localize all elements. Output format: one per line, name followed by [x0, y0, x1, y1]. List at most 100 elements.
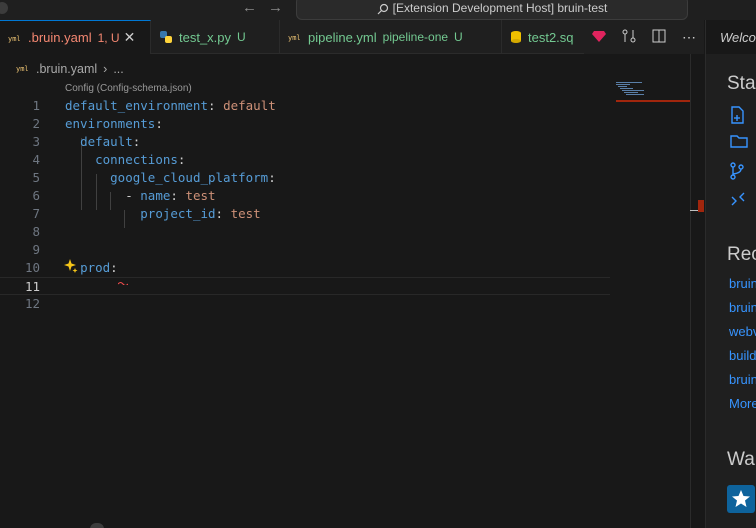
code-line: 3 default:: [0, 133, 610, 151]
recent-item[interactable]: webv: [729, 324, 756, 339]
search-icon: [377, 3, 388, 15]
tab-label: pipeline.yml: [308, 29, 377, 45]
title-bar: ← → [Extension Development Host] bruin-t…: [0, 0, 756, 20]
open-folder-icon[interactable]: [730, 134, 748, 153]
yaml-value: test: [185, 188, 216, 203]
editor-scrollbar[interactable]: [690, 54, 704, 528]
tab-label: .bruin.yaml: [28, 30, 92, 45]
code-line: 6 - name: test: [0, 187, 610, 205]
yaml-file-icon: yml: [288, 32, 302, 42]
line-number: 9: [32, 242, 40, 257]
gem-icon[interactable]: [592, 29, 606, 45]
error-squiggle: [117, 272, 129, 290]
compare-changes-icon[interactable]: [622, 29, 636, 46]
minimap[interactable]: [614, 80, 690, 528]
minimap-error-marker: [616, 100, 690, 102]
more-actions-icon[interactable]: ⋯: [682, 29, 696, 46]
line-number: 5: [32, 170, 40, 185]
yaml-value: default: [223, 98, 276, 113]
tab-status: U: [237, 30, 246, 44]
close-icon[interactable]: ✕: [124, 29, 136, 46]
tab-bruin-yaml[interactable]: yml .bruin.yaml 1, U ✕: [0, 20, 151, 54]
line-number: 12: [24, 296, 40, 311]
code-line: 7 project_id: test: [0, 205, 610, 223]
split-editor-icon[interactable]: [652, 29, 666, 46]
recent-item[interactable]: bruin: [729, 276, 756, 291]
code-line: 5 google_cloud_platform:: [0, 169, 610, 187]
recent-heading: Recent: [727, 244, 756, 265]
line-number: 2: [32, 116, 40, 131]
tab-pipeline-yml[interactable]: yml pipeline.yml pipeline-one U: [280, 20, 502, 54]
more-recent-link[interactable]: More...: [729, 396, 756, 411]
git-branch-icon[interactable]: [730, 162, 744, 185]
yaml-key: google_cloud_platform: [110, 170, 269, 185]
svg-text:yml: yml: [8, 35, 21, 43]
scrollbar-cursor-marker: [690, 210, 698, 211]
svg-text:yml: yml: [288, 34, 301, 42]
command-center[interactable]: [Extension Development Host] bruin-test: [296, 0, 688, 20]
recent-item[interactable]: bruin: [729, 372, 756, 387]
welcome-body: Start Recent bruin bruin webv build brui…: [706, 54, 756, 528]
line-number: 1: [32, 98, 40, 113]
minimap-line: [620, 88, 633, 89]
line-number: 6: [32, 188, 40, 203]
minimap-line: [618, 86, 627, 87]
start-heading: Start: [727, 73, 756, 94]
yaml-key: connections: [95, 152, 178, 167]
yaml-key: project_id: [140, 206, 216, 221]
tab-label: test_x.py: [179, 29, 232, 45]
remote-connect-icon[interactable]: [730, 192, 746, 213]
new-file-icon[interactable]: [730, 106, 746, 129]
yaml-key: default: [80, 134, 133, 149]
breadcrumb-file[interactable]: .bruin.yaml: [36, 62, 97, 76]
recent-item[interactable]: bruin: [729, 300, 756, 315]
yaml-key: default_environment: [65, 98, 208, 113]
python-file-icon: [159, 30, 173, 44]
code-editor[interactable]: Config (Config-schema.json) 1 default_en…: [0, 80, 704, 528]
yaml-dash: -: [125, 188, 133, 203]
minimap-line: [616, 82, 642, 83]
star-badge-icon[interactable]: [727, 485, 755, 513]
yaml-file-icon: yml: [16, 62, 30, 76]
welcome-pane: Welcome Start Recent bruin bruin webv bu…: [705, 20, 756, 528]
line-number: 10: [24, 260, 40, 275]
tab-test2-sql[interactable]: test2.sq: [502, 20, 592, 54]
line-number: 8: [32, 224, 40, 239]
recent-item[interactable]: build: [729, 348, 756, 363]
code-line: 9: [0, 241, 610, 259]
line-number: 11: [24, 279, 40, 294]
walkthroughs-heading: Walkthroughs: [727, 449, 756, 470]
code-line-current: 11: [0, 277, 610, 295]
go-back-icon[interactable]: ←: [242, 0, 257, 17]
go-forward-icon[interactable]: →: [268, 0, 283, 17]
tab-label: test2.sq: [528, 29, 574, 45]
yaml-key: prod: [80, 260, 111, 275]
panel-handle[interactable]: [90, 523, 104, 528]
database-file-icon: [510, 30, 522, 44]
editor-actions: ⋯: [584, 20, 704, 54]
chevron-right-icon: ›: [103, 62, 108, 76]
tab-description: pipeline-one: [382, 30, 449, 44]
sparkle-icon[interactable]: [64, 259, 78, 278]
welcome-tab-label: Welcome: [720, 29, 756, 45]
yaml-value: test: [230, 206, 261, 221]
scrollbar-error-marker: [698, 200, 704, 212]
window-close-button[interactable]: [0, 2, 8, 14]
tab-test-x-py[interactable]: test_x.py U: [151, 20, 280, 54]
schema-codelens[interactable]: Config (Config-schema.json): [65, 83, 192, 94]
minimap-line: [624, 92, 638, 93]
breadcrumb-symbol[interactable]: ...: [113, 62, 123, 76]
code-line: 8: [0, 223, 610, 241]
editor-tab-bar: yml .bruin.yaml 1, U ✕ test_x.py U yml p…: [0, 20, 704, 54]
minimap-line: [616, 84, 630, 85]
yaml-key: environments: [65, 116, 156, 131]
code-line: 1 default_environment: default: [0, 97, 610, 115]
minimap-line: [626, 94, 644, 95]
svg-text:yml: yml: [16, 65, 29, 73]
command-center-label: [Extension Development Host] bruin-test: [392, 1, 608, 15]
code-line: 10 prod:: [0, 259, 610, 277]
yaml-file-icon: yml: [8, 33, 22, 43]
code-line: 12: [0, 295, 610, 313]
tab-welcome[interactable]: Welcome: [706, 20, 756, 54]
breadcrumb: yml .bruin.yaml › ...: [16, 62, 124, 76]
